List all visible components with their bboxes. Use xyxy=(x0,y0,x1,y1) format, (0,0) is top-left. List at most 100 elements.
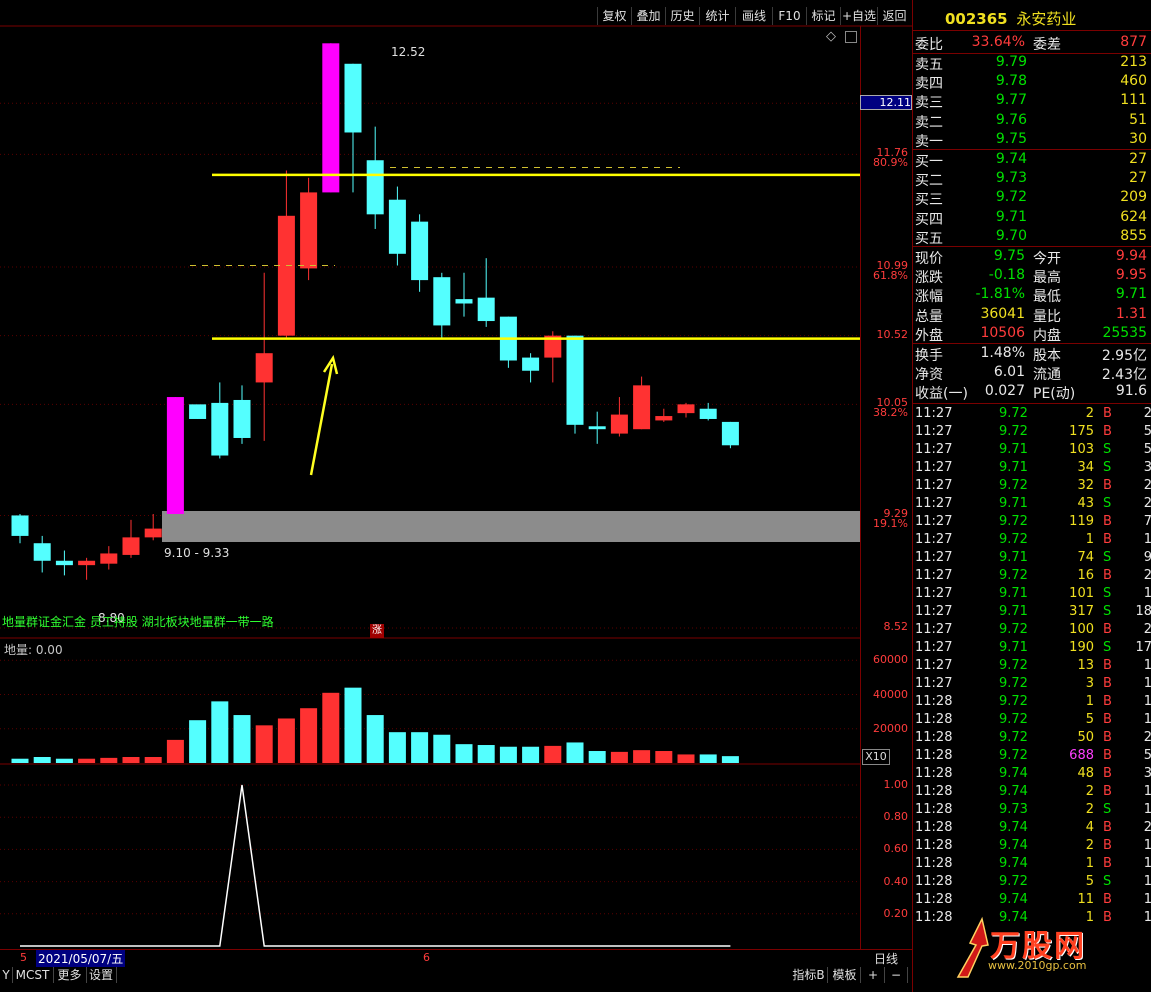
volume-bar-13[interactable] xyxy=(300,708,318,763)
support-zone xyxy=(162,511,860,542)
stat-l2-1: 最高 xyxy=(1033,270,1061,287)
candle-body-3[interactable] xyxy=(78,560,96,566)
volume-bar-9[interactable] xyxy=(211,701,229,763)
indicator-axis: 1.00 0.80 0.60 0.40 0.20 xyxy=(860,768,912,948)
candle-body-26[interactable] xyxy=(588,426,606,430)
candle-body-5[interactable] xyxy=(122,537,140,555)
high-price-label: 12.52 xyxy=(391,45,426,59)
ask-vol-0: 213 xyxy=(1120,54,1147,70)
bottom-right-button-0[interactable]: 指标B xyxy=(790,967,828,983)
ask-row-0: 卖五 9.79 213 xyxy=(915,53,1147,73)
volume-bar-19[interactable] xyxy=(433,734,451,763)
candle-body-13[interactable] xyxy=(300,192,318,269)
candle-body-25[interactable] xyxy=(566,335,584,425)
news-ticker[interactable]: 地量群证金汇金 员工持股 湖北板块地量群一带一路 xyxy=(2,613,274,630)
weicha-label: 委差 xyxy=(1033,37,1061,53)
stat-row-0: 现价 9.75 今开 9.94 xyxy=(915,247,1147,267)
x10-button[interactable]: X10 xyxy=(862,749,890,765)
volume-bar-7[interactable] xyxy=(166,739,184,763)
volume-bar-2[interactable] xyxy=(55,758,73,763)
volume-bar-28[interactable] xyxy=(633,750,651,763)
candle-body-31[interactable] xyxy=(699,408,717,419)
tick-side-27: B xyxy=(1103,892,1112,907)
indicator-label-2: 0.60 xyxy=(883,842,909,856)
candle-body-32[interactable] xyxy=(721,421,739,446)
volume-bar-17[interactable] xyxy=(388,732,406,763)
candle-body-29[interactable] xyxy=(655,416,673,421)
volume-bar-0[interactable] xyxy=(11,758,29,763)
volume-bar-18[interactable] xyxy=(411,732,429,763)
bid-label-2: 买三 xyxy=(915,192,943,209)
volume-bar-14[interactable] xyxy=(322,692,340,763)
candle-body-28[interactable] xyxy=(633,385,651,430)
candle-body-15[interactable] xyxy=(344,63,362,133)
candle-body-0[interactable] xyxy=(11,515,29,536)
tick-time-27: 11:28 xyxy=(915,892,953,907)
volume-bar-30[interactable] xyxy=(677,754,695,763)
volume-bar-23[interactable] xyxy=(522,746,540,763)
volume-bar-8[interactable] xyxy=(189,720,207,763)
candle-body-6[interactable] xyxy=(144,528,162,538)
candle-body-20[interactable] xyxy=(455,299,473,304)
candle-body-12[interactable] xyxy=(277,215,295,336)
volume-bar-25[interactable] xyxy=(566,742,584,763)
volume-bar-16[interactable] xyxy=(366,715,384,763)
volume-bar-32[interactable] xyxy=(721,756,739,763)
tick-row-12: 11:27 9.72 100 B 2 xyxy=(915,621,1151,639)
candle-body-9[interactable] xyxy=(211,402,229,456)
candle-body-17[interactable] xyxy=(388,199,406,254)
indicator-line xyxy=(20,784,731,947)
candle-body-8[interactable] xyxy=(189,404,207,419)
bottom-button-3[interactable]: 设置 xyxy=(86,967,117,983)
volume-bar-3[interactable] xyxy=(78,758,96,763)
candle-body-18[interactable] xyxy=(411,221,429,281)
candle-body-7[interactable] xyxy=(166,397,184,514)
bottom-right-button-3[interactable]: − xyxy=(885,967,908,983)
tick-vol-16: 1 xyxy=(1085,694,1094,709)
volume-bar-4[interactable] xyxy=(100,757,118,763)
tick-count-1: 5 xyxy=(1143,424,1151,439)
stat2-v2-1: 2.43亿 xyxy=(1101,367,1147,384)
candle-body-2[interactable] xyxy=(55,560,73,566)
volume-bar-11[interactable] xyxy=(255,725,273,763)
bottom-button-2[interactable]: 更多 xyxy=(53,967,87,983)
volume-bar-24[interactable] xyxy=(544,745,562,763)
volume-bar-20[interactable] xyxy=(455,744,473,763)
candle-body-14[interactable] xyxy=(322,43,340,193)
bottom-button-1[interactable]: MCST xyxy=(12,967,54,983)
diamond-icon[interactable]: ◇ xyxy=(826,29,836,44)
volume-bar-21[interactable] xyxy=(477,745,495,763)
bid-label-3: 买四 xyxy=(915,211,943,228)
volume-bar-10[interactable] xyxy=(233,715,251,763)
candle-body-23[interactable] xyxy=(522,357,540,371)
bottom-right-button-1[interactable]: 模板 xyxy=(829,967,861,983)
candle-body-10[interactable] xyxy=(233,399,251,438)
volume-bar-5[interactable] xyxy=(122,757,140,763)
tick-vol-15: 3 xyxy=(1085,676,1094,691)
chart-area[interactable] xyxy=(0,0,912,965)
bottom-right-button-2[interactable]: + xyxy=(862,967,885,983)
tick-count-20: 3 xyxy=(1143,766,1151,781)
candle-body-27[interactable] xyxy=(610,414,628,434)
candle-body-1[interactable] xyxy=(33,543,51,561)
candle-body-19[interactable] xyxy=(433,277,451,326)
stat-l1-3: 总量 xyxy=(915,308,943,325)
tick-side-9: B xyxy=(1103,568,1112,583)
volume-bar-6[interactable] xyxy=(144,757,162,763)
candle-body-30[interactable] xyxy=(677,404,695,414)
stat2-v1-2: 0.027 xyxy=(984,383,1025,400)
volume-bar-29[interactable] xyxy=(655,751,673,763)
volume-bar-22[interactable] xyxy=(499,746,517,763)
candle-body-21[interactable] xyxy=(477,297,495,322)
volume-bar-12[interactable] xyxy=(277,718,295,763)
zhang-badge[interactable]: 涨 xyxy=(370,624,384,638)
volume-bar-26[interactable] xyxy=(588,751,606,763)
volume-bar-27[interactable] xyxy=(610,751,628,763)
volume-bar-1[interactable] xyxy=(33,757,51,763)
candle-body-4[interactable] xyxy=(100,553,118,564)
window-restore-icon[interactable] xyxy=(845,31,857,43)
volume-bar-31[interactable] xyxy=(699,754,717,763)
candle-body-16[interactable] xyxy=(366,160,384,215)
candle-body-11[interactable] xyxy=(255,353,273,383)
volume-bar-15[interactable] xyxy=(344,687,362,763)
